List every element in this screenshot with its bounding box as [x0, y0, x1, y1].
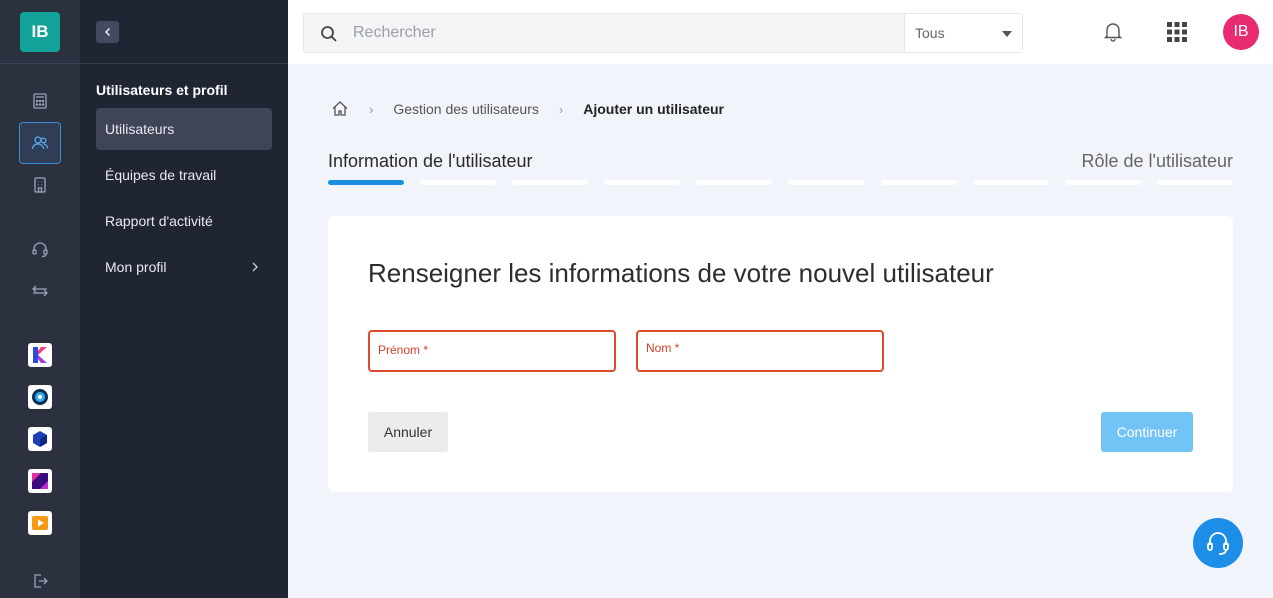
- bell-icon[interactable]: [1102, 20, 1124, 42]
- progress-segment: [512, 180, 589, 185]
- progress-segment: [972, 180, 1049, 185]
- progress-segment: [788, 180, 865, 185]
- breadcrumb-parent-link[interactable]: Gestion des utilisateurs: [393, 101, 539, 117]
- sidebar-header: [80, 0, 288, 64]
- logout-icon[interactable]: [19, 560, 61, 598]
- avatar[interactable]: IB: [1223, 14, 1259, 50]
- sidebar-item-label: Rapport d'activité: [105, 213, 213, 229]
- app-disc-icon[interactable]: [28, 385, 52, 409]
- calculator-icon[interactable]: [19, 80, 61, 122]
- step-next-label: Rôle de l'utilisateur: [1081, 151, 1233, 171]
- rail-logo-area: IB: [0, 0, 80, 64]
- last-name-input[interactable]: [646, 352, 874, 368]
- sidebar-section-title: Utilisateurs et profil: [96, 82, 228, 98]
- app-square-icon[interactable]: [28, 469, 52, 493]
- sidebar-item-mon-profil[interactable]: Mon profil: [96, 246, 272, 288]
- sidebar-item-equipes[interactable]: Équipes de travail: [96, 154, 272, 196]
- chevron-right-icon: ›: [369, 101, 374, 117]
- search-input[interactable]: [353, 14, 893, 52]
- breadcrumb: › Gestion des utilisateurs › Ajouter un …: [331, 99, 724, 119]
- apps-grid-icon[interactable]: [1166, 20, 1188, 42]
- sidebar-item-utilisateurs[interactable]: Utilisateurs: [96, 108, 272, 150]
- caret-down-icon: [1002, 31, 1012, 37]
- progress-segment: [420, 180, 497, 185]
- chevron-right-icon: [252, 262, 258, 272]
- sidebar-item-label: Utilisateurs: [105, 121, 175, 137]
- users-icon[interactable]: [19, 122, 61, 164]
- step-progress: [328, 180, 1233, 186]
- progress-segment: [1064, 180, 1141, 185]
- continue-button[interactable]: Continuer: [1101, 412, 1193, 452]
- chevron-right-icon: ›: [558, 101, 564, 117]
- company-logo[interactable]: IB: [20, 11, 60, 52]
- progress-segment: [328, 180, 405, 185]
- secondary-sidebar: Utilisateurs et profil Utilisateurs Équi…: [80, 0, 288, 598]
- progress-segment: [880, 180, 957, 185]
- sidebar-item-label: Équipes de travail: [105, 167, 217, 183]
- search-bar: Tous: [303, 13, 1023, 53]
- search-scope-value: Tous: [915, 25, 945, 41]
- search-scope-select[interactable]: Tous: [904, 14, 1022, 52]
- last-name-field[interactable]: Nom *: [636, 330, 884, 372]
- first-name-field[interactable]: Prénom *: [368, 330, 616, 372]
- breadcrumb-current: Ajouter un utilisateur: [583, 101, 725, 117]
- building-icon[interactable]: [19, 164, 61, 206]
- form-title: Renseigner les informations de votre nou…: [368, 258, 994, 288]
- progress-segment: [1156, 180, 1233, 185]
- cancel-button[interactable]: Annuler: [368, 412, 448, 452]
- headset-icon: [1207, 532, 1229, 555]
- progress-segment: [696, 180, 773, 185]
- first-name-input[interactable]: [378, 352, 606, 368]
- headset-icon[interactable]: [19, 228, 61, 270]
- progress-segment: [604, 180, 681, 185]
- collapse-sidebar-button[interactable]: [96, 21, 119, 43]
- app-play-icon[interactable]: [28, 511, 52, 535]
- home-icon[interactable]: [331, 100, 349, 118]
- transfer-icon[interactable]: [19, 270, 61, 312]
- help-button[interactable]: [1193, 518, 1243, 568]
- search-icon: [321, 26, 337, 42]
- icon-rail: IB: [0, 0, 80, 598]
- sidebar-item-rapport[interactable]: Rapport d'activité: [96, 200, 272, 242]
- app-cube-icon[interactable]: [28, 427, 52, 451]
- step-current-label: Information de l'utilisateur: [328, 151, 533, 171]
- sidebar-item-label: Mon profil: [105, 259, 167, 275]
- form-card: Renseigner les informations de votre nou…: [328, 216, 1233, 492]
- chevron-left-icon: [104, 28, 110, 36]
- app-k-icon[interactable]: [28, 343, 52, 367]
- topbar: Tous IB: [288, 0, 1273, 64]
